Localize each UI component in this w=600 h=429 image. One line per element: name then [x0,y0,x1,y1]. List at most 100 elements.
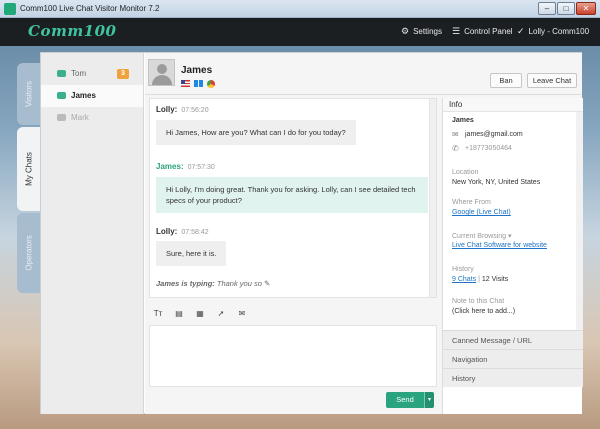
current-browsing-label[interactable]: Current Browsing ▾ [452,232,512,240]
location-label: Location [452,169,479,176]
info-content: James ✉ james@gmail.com ✆ +18773050464 L… [443,112,576,330]
message-time: 07:57:30 [187,164,215,171]
email-icon: ✉ [452,130,459,139]
typing-who: James is typing: [156,279,215,288]
message-sender: Lolly: [156,227,178,236]
chat-bubble-icon [57,92,66,99]
current-browsing-link[interactable]: Live Chat Software for website [452,242,547,249]
info-name: James [452,117,474,124]
info-phone: +18773050464 [465,145,512,152]
conversation-area: James Ban Leave Chat Lolly: 07:56:20 Hi J… [145,53,583,414]
current-browsing-text: Current Browsing [452,233,507,240]
caret-down-icon: ▾ [508,233,512,240]
history-visits: 12 Visits [481,276,509,283]
file-icon[interactable]: ▦ [195,309,205,318]
chat-bubble-icon [57,70,66,77]
side-tabs: Visitors My Chats Operators [17,63,41,293]
info-email: james@gmail.com [465,131,523,138]
message-sender: James: [156,162,184,171]
window-titlebar: Comm100 Live Chat Visitor Monitor 7.2 – … [0,0,600,18]
ban-button[interactable]: Ban [490,73,522,88]
typing-preview: Thank you so [216,279,262,288]
chat-item-label: James [71,91,96,100]
message-time: 07:56:20 [181,107,209,114]
message-header: Lolly: 07:58:42 [156,227,209,236]
canned-message-panel-toggle[interactable]: Canned Message / URL [443,330,583,349]
where-from-link[interactable]: Google (Live Chat) [452,209,511,216]
send-button[interactable]: Send [386,392,424,408]
chat-item-label: Mark [71,113,89,122]
message-bubble: Hi Lolly, I'm doing great. Thank you for… [156,177,428,213]
tab-my-chats-label: My Chats [24,152,34,186]
sliders-icon: ☰ [452,26,461,36]
message-time: 07:58:42 [181,229,209,236]
maximize-button[interactable]: □ [557,2,575,15]
info-panel: Info James ✉ james@gmail.com ✆ +18773050… [442,98,583,414]
us-flag-icon [181,80,190,87]
email-icon[interactable]: ✉ [237,309,247,318]
message-sender: Lolly: [156,105,178,114]
chat-item-tom[interactable]: Tom 3 [41,63,143,85]
chat-item-label: Tom [71,69,87,78]
canned-message-icon[interactable]: ▤ [174,309,184,318]
settings-label: Settings [413,27,442,36]
tab-operators[interactable]: Operators [17,213,41,293]
windows-icon [194,80,203,87]
composer-toolbar: Tт ▤ ▦ ➚ ✉ [149,305,437,321]
chat-list: Tom 3 James Mark [41,53,144,414]
pencil-icon: ✎ [264,279,271,288]
history-separator: | [478,276,480,283]
font-icon[interactable]: Tт [153,309,163,318]
info-title: Info [443,98,583,112]
close-button[interactable]: ✕ [576,2,596,15]
chrome-icon [207,80,215,88]
control-panel-link[interactable]: ☰ Control Panel [452,26,513,37]
user-status-menu[interactable]: ✓ Lolly - Comm100 [517,26,589,37]
note-label: Note to this Chat [452,298,505,305]
chat-item-james[interactable]: James [41,85,143,107]
message-text-line: Hi Lolly, I'm doing great. Thank you for… [166,185,416,194]
navigation-panel-toggle[interactable]: Navigation [443,349,583,368]
gear-icon: ⚙ [401,26,410,36]
minimize-button[interactable]: – [538,2,556,15]
history-label: History [452,266,474,273]
message-bubble: Sure, here it is. [156,241,227,266]
unread-badge: 3 [117,69,129,79]
history-chats-link[interactable]: 9 Chats [452,276,476,283]
check-circle-icon: ✓ [517,26,525,36]
message-bubble: Hi James, How are you? What can I do for… [156,120,356,145]
location-value: New York, NY, United States [452,179,541,186]
app-header: Comm100 ⚙ Settings ☰ Control Panel ✓ Lol… [0,18,600,46]
message-log[interactable]: Lolly: 07:56:20 Hi James, How are you? Wh… [149,98,437,298]
main-panel: Tom 3 James Mark James Ban Leave Chat Lo… [40,52,583,414]
visitor-header: James Ban Leave Chat [145,53,582,95]
brand-logo: Comm100 [28,22,117,40]
tab-operators-label: Operators [24,235,34,271]
chat-bubble-icon [57,114,66,121]
where-from-label: Where From [452,199,491,206]
visitor-meta-icons [181,80,215,88]
message-scrollbar[interactable] [429,99,436,297]
message-input[interactable] [149,325,437,387]
user-label: Lolly - Comm100 [528,27,590,36]
message-header: Lolly: 07:56:20 [156,105,209,114]
transfer-icon[interactable]: ➚ [216,309,226,318]
phone-icon: ✆ [452,144,459,153]
tab-visitors[interactable]: Visitors [17,63,41,125]
window-title: Comm100 Live Chat Visitor Monitor 7.2 [20,4,160,13]
control-panel-label: Control Panel [464,27,513,36]
chat-item-mark[interactable]: Mark [41,107,143,129]
typing-indicator: James is typing: Thank you so ✎ [156,279,270,288]
history-panel-toggle[interactable]: History [443,368,583,387]
avatar [148,59,175,86]
leave-chat-button[interactable]: Leave Chat [527,73,577,88]
visitor-name: James [181,65,213,76]
send-options-dropdown[interactable]: ▾ [424,392,434,408]
message-header: James: 07:57:30 [156,162,215,171]
note-input[interactable]: (Click here to add...) [452,308,515,315]
info-scrollbar[interactable] [576,112,583,330]
tab-my-chats[interactable]: My Chats [17,127,41,211]
tab-visitors-label: Visitors [24,80,34,108]
app-icon [4,3,16,15]
settings-link[interactable]: ⚙ Settings [401,26,442,37]
